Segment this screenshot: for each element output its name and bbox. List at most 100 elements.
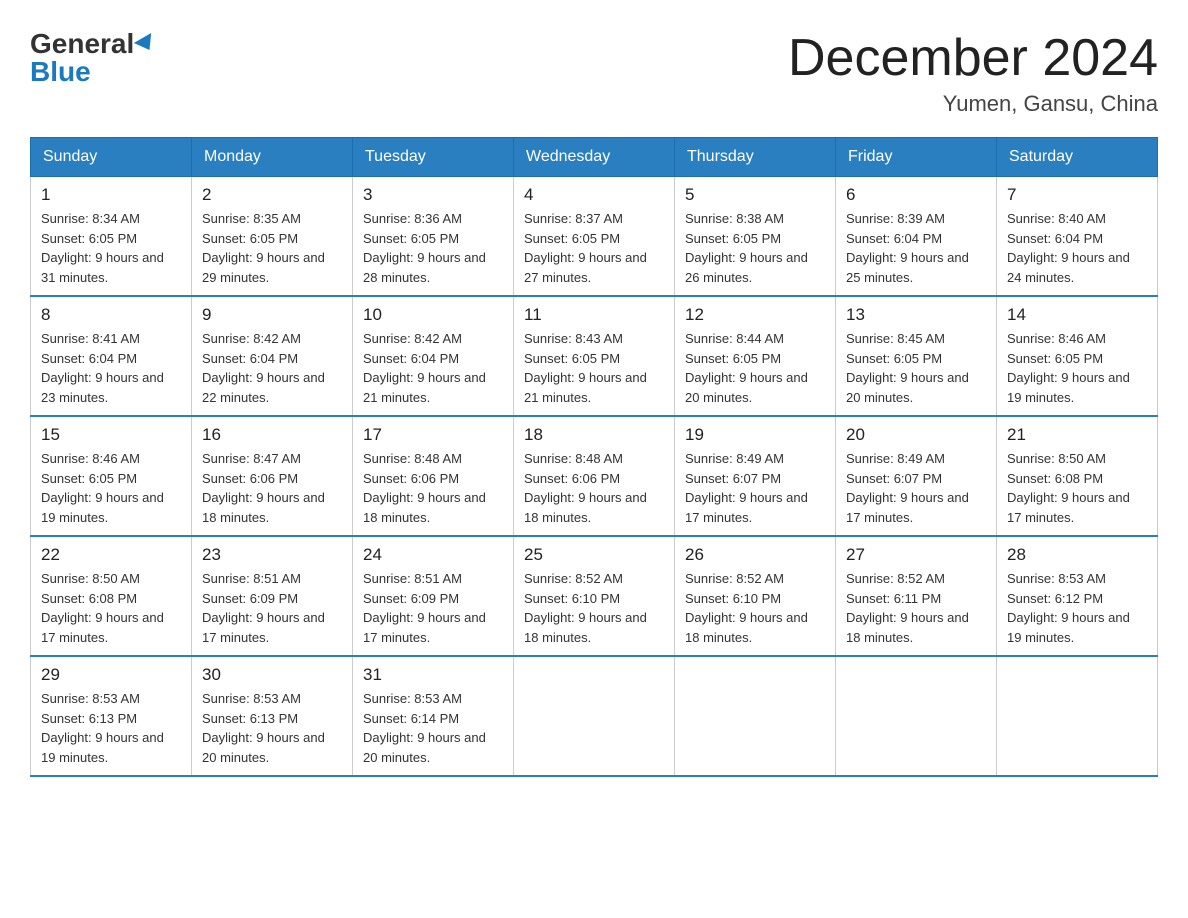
calendar-week-row: 29 Sunrise: 8:53 AM Sunset: 6:13 PM Dayl… xyxy=(31,656,1158,776)
day-info: Sunrise: 8:52 AM Sunset: 6:11 PM Dayligh… xyxy=(846,569,986,647)
day-number: 26 xyxy=(685,545,825,565)
calendar-day-cell: 29 Sunrise: 8:53 AM Sunset: 6:13 PM Dayl… xyxy=(31,656,192,776)
calendar-day-cell: 1 Sunrise: 8:34 AM Sunset: 6:05 PM Dayli… xyxy=(31,177,192,297)
day-info: Sunrise: 8:48 AM Sunset: 6:06 PM Dayligh… xyxy=(524,449,664,527)
calendar-day-cell: 26 Sunrise: 8:52 AM Sunset: 6:10 PM Dayl… xyxy=(675,536,836,656)
day-number: 18 xyxy=(524,425,664,445)
day-info: Sunrise: 8:53 AM Sunset: 6:14 PM Dayligh… xyxy=(363,689,503,767)
day-number: 7 xyxy=(1007,185,1147,205)
day-number: 29 xyxy=(41,665,181,685)
day-number: 28 xyxy=(1007,545,1147,565)
calendar-day-cell: 3 Sunrise: 8:36 AM Sunset: 6:05 PM Dayli… xyxy=(353,177,514,297)
calendar-header-row: SundayMondayTuesdayWednesdayThursdayFrid… xyxy=(31,138,1158,177)
day-number: 14 xyxy=(1007,305,1147,325)
col-header-monday: Monday xyxy=(192,138,353,177)
day-number: 15 xyxy=(41,425,181,445)
day-number: 9 xyxy=(202,305,342,325)
day-info: Sunrise: 8:50 AM Sunset: 6:08 PM Dayligh… xyxy=(1007,449,1147,527)
calendar-day-cell: 10 Sunrise: 8:42 AM Sunset: 6:04 PM Dayl… xyxy=(353,296,514,416)
day-number: 6 xyxy=(846,185,986,205)
logo: General Blue xyxy=(30,30,156,86)
calendar-day-cell: 22 Sunrise: 8:50 AM Sunset: 6:08 PM Dayl… xyxy=(31,536,192,656)
calendar-week-row: 8 Sunrise: 8:41 AM Sunset: 6:04 PM Dayli… xyxy=(31,296,1158,416)
day-info: Sunrise: 8:46 AM Sunset: 6:05 PM Dayligh… xyxy=(1007,329,1147,407)
location-title: Yumen, Gansu, China xyxy=(788,91,1158,117)
day-number: 8 xyxy=(41,305,181,325)
day-number: 11 xyxy=(524,305,664,325)
day-info: Sunrise: 8:52 AM Sunset: 6:10 PM Dayligh… xyxy=(685,569,825,647)
calendar-day-cell: 15 Sunrise: 8:46 AM Sunset: 6:05 PM Dayl… xyxy=(31,416,192,536)
day-info: Sunrise: 8:39 AM Sunset: 6:04 PM Dayligh… xyxy=(846,209,986,287)
day-info: Sunrise: 8:34 AM Sunset: 6:05 PM Dayligh… xyxy=(41,209,181,287)
day-info: Sunrise: 8:41 AM Sunset: 6:04 PM Dayligh… xyxy=(41,329,181,407)
day-number: 22 xyxy=(41,545,181,565)
day-info: Sunrise: 8:42 AM Sunset: 6:04 PM Dayligh… xyxy=(363,329,503,407)
empty-cell xyxy=(675,656,836,776)
calendar-week-row: 22 Sunrise: 8:50 AM Sunset: 6:08 PM Dayl… xyxy=(31,536,1158,656)
day-number: 23 xyxy=(202,545,342,565)
day-info: Sunrise: 8:49 AM Sunset: 6:07 PM Dayligh… xyxy=(685,449,825,527)
day-info: Sunrise: 8:51 AM Sunset: 6:09 PM Dayligh… xyxy=(202,569,342,647)
calendar-day-cell: 28 Sunrise: 8:53 AM Sunset: 6:12 PM Dayl… xyxy=(997,536,1158,656)
day-info: Sunrise: 8:43 AM Sunset: 6:05 PM Dayligh… xyxy=(524,329,664,407)
calendar-day-cell: 19 Sunrise: 8:49 AM Sunset: 6:07 PM Dayl… xyxy=(675,416,836,536)
day-number: 25 xyxy=(524,545,664,565)
day-number: 10 xyxy=(363,305,503,325)
day-info: Sunrise: 8:49 AM Sunset: 6:07 PM Dayligh… xyxy=(846,449,986,527)
day-info: Sunrise: 8:40 AM Sunset: 6:04 PM Dayligh… xyxy=(1007,209,1147,287)
title-section: December 2024 Yumen, Gansu, China xyxy=(788,30,1158,117)
calendar-day-cell: 13 Sunrise: 8:45 AM Sunset: 6:05 PM Dayl… xyxy=(836,296,997,416)
day-number: 24 xyxy=(363,545,503,565)
calendar-day-cell: 9 Sunrise: 8:42 AM Sunset: 6:04 PM Dayli… xyxy=(192,296,353,416)
calendar-day-cell: 31 Sunrise: 8:53 AM Sunset: 6:14 PM Dayl… xyxy=(353,656,514,776)
day-number: 16 xyxy=(202,425,342,445)
day-number: 31 xyxy=(363,665,503,685)
calendar-day-cell: 7 Sunrise: 8:40 AM Sunset: 6:04 PM Dayli… xyxy=(997,177,1158,297)
calendar-day-cell: 6 Sunrise: 8:39 AM Sunset: 6:04 PM Dayli… xyxy=(836,177,997,297)
day-info: Sunrise: 8:42 AM Sunset: 6:04 PM Dayligh… xyxy=(202,329,342,407)
col-header-tuesday: Tuesday xyxy=(353,138,514,177)
month-title: December 2024 xyxy=(788,30,1158,87)
calendar-day-cell: 2 Sunrise: 8:35 AM Sunset: 6:05 PM Dayli… xyxy=(192,177,353,297)
calendar-day-cell: 23 Sunrise: 8:51 AM Sunset: 6:09 PM Dayl… xyxy=(192,536,353,656)
calendar-day-cell: 21 Sunrise: 8:50 AM Sunset: 6:08 PM Dayl… xyxy=(997,416,1158,536)
calendar-day-cell: 17 Sunrise: 8:48 AM Sunset: 6:06 PM Dayl… xyxy=(353,416,514,536)
empty-cell xyxy=(997,656,1158,776)
day-number: 4 xyxy=(524,185,664,205)
day-info: Sunrise: 8:51 AM Sunset: 6:09 PM Dayligh… xyxy=(363,569,503,647)
calendar-day-cell: 5 Sunrise: 8:38 AM Sunset: 6:05 PM Dayli… xyxy=(675,177,836,297)
day-info: Sunrise: 8:44 AM Sunset: 6:05 PM Dayligh… xyxy=(685,329,825,407)
day-info: Sunrise: 8:46 AM Sunset: 6:05 PM Dayligh… xyxy=(41,449,181,527)
day-number: 27 xyxy=(846,545,986,565)
calendar-day-cell: 24 Sunrise: 8:51 AM Sunset: 6:09 PM Dayl… xyxy=(353,536,514,656)
day-info: Sunrise: 8:53 AM Sunset: 6:13 PM Dayligh… xyxy=(41,689,181,767)
day-info: Sunrise: 8:48 AM Sunset: 6:06 PM Dayligh… xyxy=(363,449,503,527)
day-number: 19 xyxy=(685,425,825,445)
calendar-day-cell: 27 Sunrise: 8:52 AM Sunset: 6:11 PM Dayl… xyxy=(836,536,997,656)
day-info: Sunrise: 8:37 AM Sunset: 6:05 PM Dayligh… xyxy=(524,209,664,287)
day-info: Sunrise: 8:36 AM Sunset: 6:05 PM Dayligh… xyxy=(363,209,503,287)
col-header-saturday: Saturday xyxy=(997,138,1158,177)
day-number: 2 xyxy=(202,185,342,205)
calendar-week-row: 15 Sunrise: 8:46 AM Sunset: 6:05 PM Dayl… xyxy=(31,416,1158,536)
day-info: Sunrise: 8:35 AM Sunset: 6:05 PM Dayligh… xyxy=(202,209,342,287)
calendar-day-cell: 8 Sunrise: 8:41 AM Sunset: 6:04 PM Dayli… xyxy=(31,296,192,416)
day-info: Sunrise: 8:52 AM Sunset: 6:10 PM Dayligh… xyxy=(524,569,664,647)
calendar-day-cell: 16 Sunrise: 8:47 AM Sunset: 6:06 PM Dayl… xyxy=(192,416,353,536)
col-header-wednesday: Wednesday xyxy=(514,138,675,177)
empty-cell xyxy=(836,656,997,776)
calendar-day-cell: 4 Sunrise: 8:37 AM Sunset: 6:05 PM Dayli… xyxy=(514,177,675,297)
day-info: Sunrise: 8:50 AM Sunset: 6:08 PM Dayligh… xyxy=(41,569,181,647)
day-info: Sunrise: 8:53 AM Sunset: 6:12 PM Dayligh… xyxy=(1007,569,1147,647)
day-number: 12 xyxy=(685,305,825,325)
day-number: 3 xyxy=(363,185,503,205)
logo-general: General xyxy=(30,30,134,58)
day-number: 1 xyxy=(41,185,181,205)
calendar-week-row: 1 Sunrise: 8:34 AM Sunset: 6:05 PM Dayli… xyxy=(31,177,1158,297)
col-header-thursday: Thursday xyxy=(675,138,836,177)
calendar-table: SundayMondayTuesdayWednesdayThursdayFrid… xyxy=(30,137,1158,777)
logo-triangle-icon xyxy=(134,33,158,55)
calendar-day-cell: 20 Sunrise: 8:49 AM Sunset: 6:07 PM Dayl… xyxy=(836,416,997,536)
day-info: Sunrise: 8:45 AM Sunset: 6:05 PM Dayligh… xyxy=(846,329,986,407)
empty-cell xyxy=(514,656,675,776)
